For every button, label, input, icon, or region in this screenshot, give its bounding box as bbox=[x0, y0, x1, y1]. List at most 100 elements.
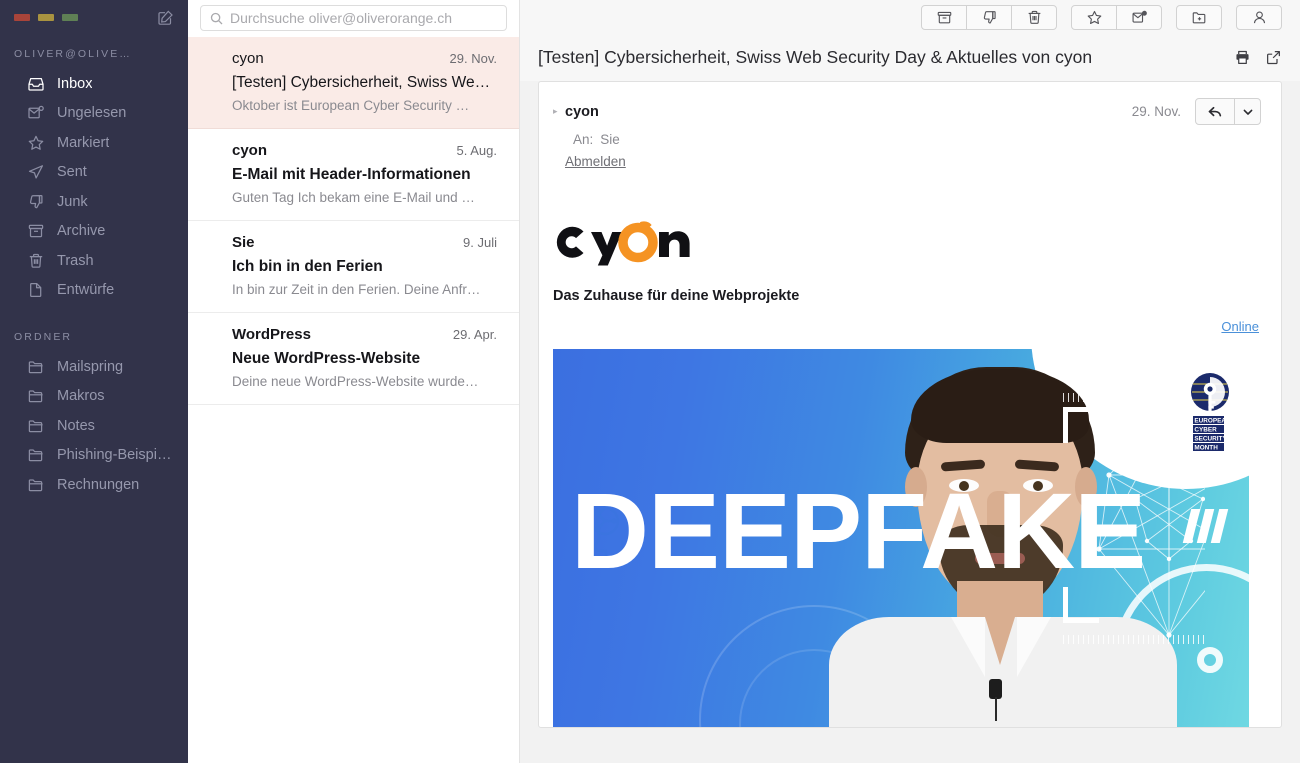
svg-text:SECURITY: SECURITY bbox=[1194, 435, 1227, 442]
sidebar-folder-label: Phishing-Beispi… bbox=[57, 448, 172, 463]
scan-ruler-top bbox=[1063, 393, 1205, 402]
mail-sender: cyon bbox=[232, 50, 264, 67]
sidebar-item-label: Entwürfe bbox=[57, 283, 115, 298]
sidebar-item-label: Archive bbox=[57, 224, 106, 239]
star-button[interactable] bbox=[1071, 4, 1117, 30]
message-scroll-area[interactable]: ▸ cyon 29. Nov. An: Sie Abmelden Das Zuh… bbox=[520, 81, 1300, 763]
sidebar-folder-rechnungen[interactable]: Rechnungen bbox=[0, 470, 188, 500]
mail-snippet: Guten Tag Ich bekam eine E-Mail und … bbox=[232, 190, 475, 205]
folder-icon bbox=[26, 357, 45, 376]
sidebar-item-ungelesen[interactable]: Ungelesen bbox=[0, 99, 188, 129]
mail-subject: Ich bin in den Ferien bbox=[232, 258, 383, 275]
print-icon[interactable] bbox=[1234, 49, 1251, 66]
reply-arrow-icon[interactable] bbox=[1196, 99, 1234, 124]
scan-ruler-bottom bbox=[1063, 635, 1205, 644]
mail-snippet: Oktober ist European Cyber Security … bbox=[232, 98, 470, 113]
sidebar-folder-mailspring[interactable]: Mailspring bbox=[0, 352, 188, 382]
online-link[interactable]: Online bbox=[1221, 319, 1259, 334]
inbox-icon bbox=[26, 74, 45, 93]
folders-section-label: ORDNER bbox=[14, 331, 73, 343]
sidebar-item-inbox[interactable]: Inbox bbox=[0, 69, 188, 99]
reply-button-group bbox=[1195, 98, 1261, 125]
sidebar-item-markiert[interactable]: Markiert bbox=[0, 128, 188, 158]
banner-headline: DEEPFAKE bbox=[571, 470, 1146, 591]
message-recipients: An: Sie bbox=[553, 132, 1261, 147]
banner-quote-marks bbox=[1182, 509, 1229, 543]
list-item[interactable]: cyon 29. Nov. [Testen] Cybersicherheit, … bbox=[188, 37, 519, 129]
mail-subject: Neue WordPress-Website bbox=[232, 350, 421, 367]
list-item[interactable]: Sie 9. Juli Ich bin in den Ferien In bin… bbox=[188, 221, 519, 313]
expand-twisty-icon[interactable]: ▸ bbox=[553, 107, 565, 116]
scan-corner-icon bbox=[1063, 587, 1099, 623]
sidebar-item-entwuerfe[interactable]: Entwürfe bbox=[0, 276, 188, 306]
popout-icon[interactable] bbox=[1265, 49, 1282, 66]
sidebar-item-trash[interactable]: Trash bbox=[0, 246, 188, 276]
svg-text:MONTH: MONTH bbox=[1194, 444, 1218, 451]
window-close-button[interactable] bbox=[14, 13, 30, 21]
archive-box-icon bbox=[26, 222, 45, 241]
sidebar: OLIVER@OLIVE… Inbox Ungelesen Markiert S… bbox=[0, 0, 188, 763]
mail-subject: [Testen] Cybersicherheit, Swiss Web … bbox=[232, 74, 497, 91]
scan-corner-icon bbox=[1063, 407, 1099, 443]
message-pane: [Testen] Cybersicherheit, Swiss Web Secu… bbox=[520, 0, 1300, 763]
chevron-down-icon[interactable] bbox=[1234, 99, 1260, 124]
sidebar-item-label: Trash bbox=[57, 253, 94, 268]
sidebar-item-label: Markiert bbox=[57, 135, 110, 150]
toolbar-group-flags bbox=[1071, 4, 1162, 30]
sidebar-item-label: Ungelesen bbox=[57, 106, 127, 121]
list-item[interactable]: cyon 5. Aug. E-Mail mit Header-Informati… bbox=[188, 129, 519, 221]
message-card: ▸ cyon 29. Nov. An: Sie Abmelden Das Zuh… bbox=[538, 81, 1282, 728]
mail-sender: Sie bbox=[232, 234, 255, 251]
svg-text:EUROPEAN: EUROPEAN bbox=[1194, 417, 1231, 424]
mail-snippet: In bin zur Zeit in den Ferien. Deine Anf… bbox=[232, 282, 481, 297]
trash-button[interactable] bbox=[1011, 4, 1057, 30]
mail-sender: cyon bbox=[232, 142, 268, 159]
window-maximize-button[interactable] bbox=[62, 13, 78, 21]
list-item[interactable]: WordPress 29. Apr. Neue WordPress-Websit… bbox=[188, 313, 519, 405]
sidebar-folder-phishing-beispiele[interactable]: Phishing-Beispi… bbox=[0, 441, 188, 471]
mail-sender: WordPress bbox=[232, 326, 311, 343]
message-date: 29. Nov. bbox=[1131, 104, 1181, 119]
subject-actions bbox=[1234, 49, 1282, 66]
folder-icon bbox=[26, 446, 45, 465]
toolbar-group-folder bbox=[1176, 4, 1222, 30]
compose-icon[interactable] bbox=[157, 9, 174, 26]
unsubscribe-link[interactable]: Abmelden bbox=[553, 154, 626, 169]
folder-icon bbox=[26, 416, 45, 435]
sidebar-item-junk[interactable]: Junk bbox=[0, 187, 188, 217]
message-sender: cyon bbox=[565, 103, 599, 120]
junk-button[interactable] bbox=[966, 4, 1012, 30]
message-body: Das Zuhause für deine Webprojekte Online bbox=[539, 171, 1281, 727]
sidebar-item-label: Sent bbox=[57, 165, 87, 180]
sidebar-item-sent[interactable]: Sent bbox=[0, 158, 188, 188]
mail-list: cyon 29. Nov. [Testen] Cybersicherheit, … bbox=[188, 37, 519, 763]
archive-button[interactable] bbox=[921, 4, 967, 30]
contact-button[interactable] bbox=[1236, 4, 1282, 30]
message-header: ▸ cyon 29. Nov. An: Sie Abmelden bbox=[539, 82, 1281, 171]
cyon-tagline: Das Zuhause für deine Webprojekte bbox=[553, 288, 800, 304]
mail-snippet: Deine neue WordPress-Website wurde… bbox=[232, 374, 479, 389]
search-box[interactable] bbox=[200, 5, 507, 31]
paper-plane-icon bbox=[26, 163, 45, 182]
toolbar-group-move bbox=[921, 4, 1057, 30]
sidebar-item-archive[interactable]: Archive bbox=[0, 217, 188, 247]
unread-envelope-icon bbox=[26, 104, 45, 123]
window-titlebar bbox=[0, 0, 188, 34]
folder-icon bbox=[26, 475, 45, 494]
deepfake-banner-image[interactable]: DEEPFAKE EUROPEAN CYBER SECURITY MONTH bbox=[553, 349, 1249, 727]
sidebar-folder-notes[interactable]: Notes bbox=[0, 411, 188, 441]
move-to-folder-button[interactable] bbox=[1176, 4, 1222, 30]
message-list-pane: cyon 29. Nov. [Testen] Cybersicherheit, … bbox=[188, 0, 520, 763]
mail-date: 9. Juli bbox=[463, 235, 497, 250]
cyon-wordmark-icon bbox=[556, 221, 690, 266]
message-to-value: Sie bbox=[600, 132, 620, 147]
mark-unread-button[interactable] bbox=[1116, 4, 1162, 30]
search-input[interactable] bbox=[230, 10, 497, 26]
search-bar-container bbox=[188, 0, 519, 37]
mail-app-window: OLIVER@OLIVE… Inbox Ungelesen Markiert S… bbox=[0, 0, 1300, 763]
mail-subject: E-Mail mit Header-Informationen bbox=[232, 166, 471, 183]
subject-bar: [Testen] Cybersicherheit, Swiss Web Secu… bbox=[520, 34, 1300, 81]
document-icon bbox=[26, 281, 45, 300]
sidebar-folder-makros[interactable]: Makros bbox=[0, 382, 188, 412]
window-minimize-button[interactable] bbox=[38, 13, 54, 21]
